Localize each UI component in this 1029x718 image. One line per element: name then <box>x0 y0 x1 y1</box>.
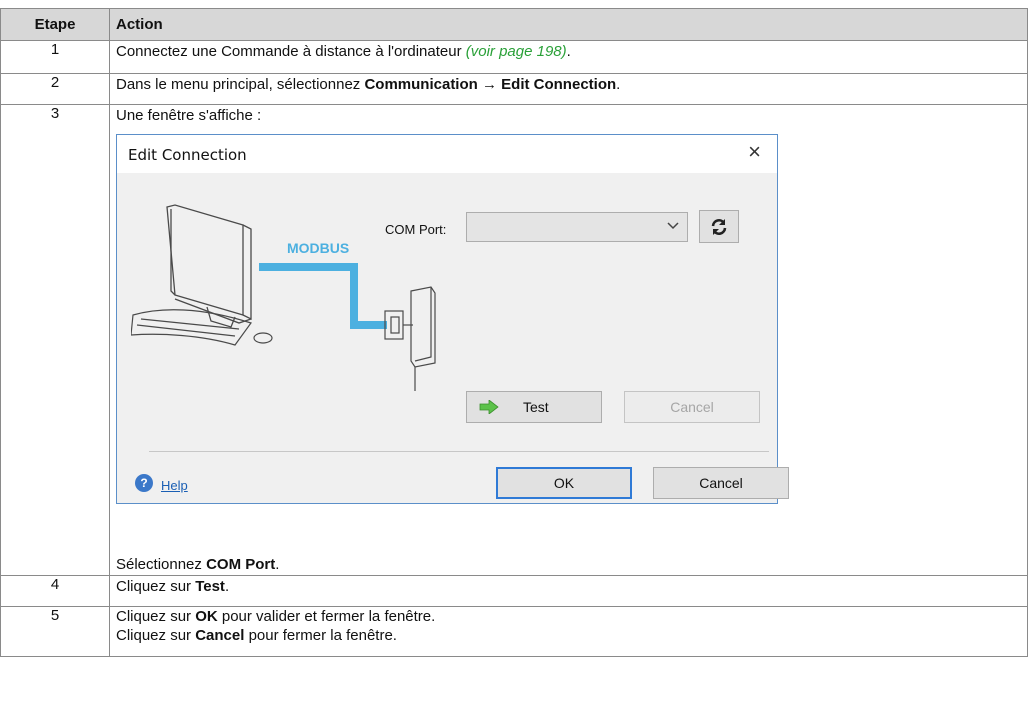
step-action: Dans le menu principal, sélectionnez Com… <box>109 73 1028 105</box>
dialog-divider <box>149 451 769 452</box>
refresh-icon <box>711 219 727 235</box>
menu-communication: Communication <box>364 76 478 93</box>
step-number: 3 <box>0 104 110 576</box>
modbus-label: MODBUS <box>287 240 349 256</box>
test-button[interactable]: Test <box>466 391 602 423</box>
ok-reference: OK <box>195 608 218 625</box>
step-number: 2 <box>0 73 110 105</box>
ok-button[interactable]: OK <box>496 467 632 499</box>
arrow-right-icon <box>479 400 499 414</box>
com-port-select[interactable] <box>466 212 688 242</box>
header-step: Etape <box>0 8 110 41</box>
refresh-button[interactable] <box>699 210 739 243</box>
edit-connection-dialog: Edit Connection × MODBUS COM Port: Test … <box>116 134 789 504</box>
com-port-reference: COM Port <box>206 556 276 573</box>
dialog-titlebar: Edit Connection × <box>117 135 777 173</box>
table-header-row: Etape Action <box>0 8 1028 41</box>
table-row: 5 Cliquez sur OK pour valider et fermer … <box>0 606 1028 657</box>
cancel-test-button: Cancel <box>624 391 760 423</box>
cancel-button[interactable]: Cancel <box>653 467 789 499</box>
step-number: 5 <box>0 606 110 657</box>
page-reference-link[interactable]: (voir page 198) <box>466 43 567 60</box>
step-action: Cliquez sur OK pour valider et fermer la… <box>109 606 1028 657</box>
action-text: Dans le menu principal, sélectionnez <box>116 76 365 93</box>
action-text: Cliquez sur <box>116 578 196 595</box>
action-outro: Sélectionnez COM Port. <box>116 554 1021 575</box>
menu-edit-connection: Edit Connection <box>501 76 617 93</box>
cancel-reference: Cancel <box>195 627 245 644</box>
action-suffix: . <box>224 578 230 595</box>
table-row: 2 Dans le menu principal, sélectionnez C… <box>0 73 1028 105</box>
action-text: Sélectionnez <box>116 556 207 573</box>
dialog-title: Edit Connection <box>128 146 247 164</box>
test-reference: Test <box>195 578 225 595</box>
action-suffix: . <box>616 76 621 93</box>
test-button-label: Test <box>523 399 549 415</box>
menu-arrow: → <box>477 76 502 93</box>
action-text: pour valider et fermer la fenêtre. <box>217 608 436 625</box>
action-intro: Une fenêtre s'affiche : <box>116 107 262 124</box>
step-action: Une fenêtre s'affiche : Edit Connection … <box>109 104 1028 576</box>
step-number: 1 <box>0 40 110 74</box>
table-row: 4 Cliquez sur Test. <box>0 575 1028 607</box>
header-action: Action <box>109 8 1028 41</box>
action-suffix: . <box>566 43 571 60</box>
action-text: Cliquez sur <box>116 608 196 625</box>
chevron-down-icon <box>667 217 679 241</box>
action-text: Connectez une Commande à distance à l'or… <box>116 43 466 60</box>
steps-table: Etape Action 1 Connectez une Commande à … <box>0 8 1028 657</box>
help-icon: ? <box>135 474 153 492</box>
com-port-label: COM Port: <box>385 222 447 237</box>
action-suffix: . <box>275 556 280 573</box>
action-text: Cliquez sur <box>116 627 196 644</box>
step-action: Cliquez sur Test. <box>109 575 1028 607</box>
table-row: 3 Une fenêtre s'affiche : Edit Connectio… <box>0 104 1028 576</box>
action-text: pour fermer la fenêtre. <box>244 627 397 644</box>
step-number: 4 <box>0 575 110 607</box>
close-icon[interactable]: × <box>748 141 761 163</box>
step-action: Connectez une Commande à distance à l'or… <box>109 40 1028 74</box>
table-row: 1 Connectez une Commande à distance à l'… <box>0 40 1028 74</box>
help-link[interactable]: Help <box>161 475 188 496</box>
